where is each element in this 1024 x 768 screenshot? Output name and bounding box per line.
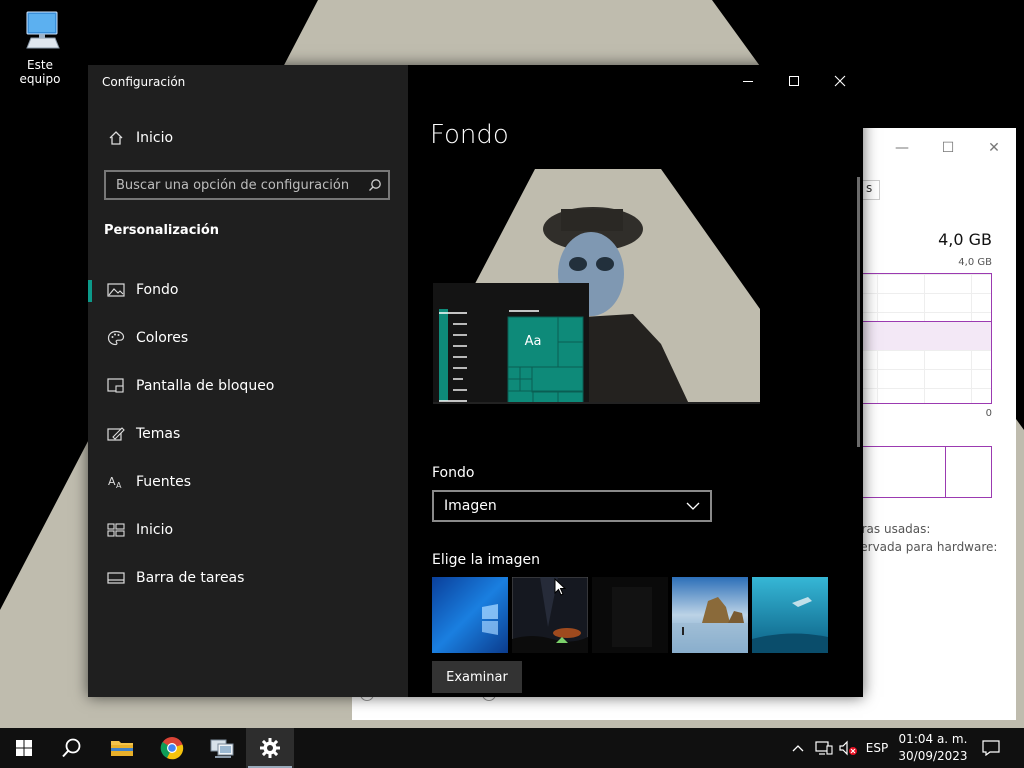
- sidebar-item-fuentes[interactable]: AA Fuentes: [88, 462, 408, 502]
- background-type-dropdown[interactable]: Imagen: [432, 490, 712, 522]
- minimize-icon[interactable]: —: [892, 140, 912, 160]
- sidebar-item-barra-de-tareas[interactable]: Barra de tareas: [88, 558, 408, 598]
- content-scrollbar[interactable]: [857, 177, 860, 447]
- choose-image-label: Elige la imagen: [432, 552, 540, 568]
- clock-time: 01:04 a. m.: [898, 732, 968, 746]
- start-button[interactable]: [0, 728, 48, 768]
- desktop-icon-this-pc[interactable]: Este equipo: [6, 8, 74, 86]
- sidebar-item-label: Barra de tareas: [136, 570, 245, 586]
- settings-search-box[interactable]: [104, 170, 390, 200]
- network-button[interactable]: [812, 728, 836, 768]
- wallpaper-preview: [433, 169, 760, 404]
- thumbnail-dark[interactable]: [592, 577, 668, 653]
- lock-screen-icon: [104, 376, 128, 396]
- speaker-muted-icon: [839, 740, 857, 756]
- memory-info-line: servada para hardware:: [854, 540, 998, 554]
- sidebar-item-label: Colores: [136, 330, 189, 346]
- remote-desktop-button[interactable]: [198, 728, 246, 768]
- section-header: Personalización: [104, 223, 220, 238]
- chevron-up-icon: [792, 745, 804, 752]
- sidebar-item-pantalla-de-bloqueo[interactable]: Pantalla de bloqueo: [88, 366, 408, 406]
- window-title: Configuración: [102, 75, 186, 89]
- sidebar-item-fondo[interactable]: Fondo: [88, 270, 408, 310]
- system-clock[interactable]: 01:04 a. m. 30/09/2023: [896, 731, 970, 765]
- image-icon: [104, 280, 128, 300]
- close-icon: [834, 75, 846, 87]
- sidebar-item-inicio[interactable]: Inicio: [88, 510, 408, 550]
- clock-date: 30/09/2023: [898, 749, 968, 763]
- themes-brush-icon: [104, 424, 128, 444]
- browse-button[interactable]: Examinar: [432, 661, 522, 693]
- sidebar-item-label: Temas: [136, 426, 181, 442]
- windows-logo-icon: [16, 740, 32, 756]
- network-icon: [815, 741, 833, 755]
- fonts-icon: AA: [104, 472, 128, 492]
- computer-icon: [26, 11, 60, 49]
- search-button[interactable]: [48, 728, 96, 768]
- tab-fragment[interactable]: s: [862, 180, 880, 200]
- settings-sidebar: Configuración Inicio Personalización Fon…: [88, 65, 408, 697]
- chrome-button[interactable]: [148, 728, 196, 768]
- computers-icon: [210, 739, 234, 758]
- memory-info-line: uras usadas:: [854, 522, 931, 536]
- settings-window[interactable]: Configuración Inicio Personalización Fon…: [88, 65, 863, 697]
- sidebar-item-label: Inicio: [136, 522, 174, 538]
- thumbnail-windows-blue[interactable]: [432, 577, 508, 653]
- palette-icon: [104, 328, 128, 348]
- home-icon: [104, 128, 128, 148]
- sidebar-item-colores[interactable]: Colores: [88, 318, 408, 358]
- background-type-value: Imagen: [444, 498, 497, 514]
- thumbnail-beach-rocks[interactable]: [672, 577, 748, 653]
- memory-scale: 4,0 GB: [958, 257, 992, 268]
- graph-axis-zero: 0: [985, 408, 992, 419]
- sidebar-item-label: Fondo: [136, 282, 179, 298]
- close-icon[interactable]: ✕: [984, 140, 1004, 160]
- memory-composition-segment: [945, 447, 946, 497]
- background-preview: Aa: [433, 169, 760, 404]
- preview-tile-text: Aa: [524, 334, 542, 349]
- sidebar-item-label: Fuentes: [136, 474, 192, 490]
- thumbnail-night-sky[interactable]: [512, 577, 588, 653]
- file-explorer-button[interactable]: [98, 728, 146, 768]
- chrome-icon: [160, 737, 184, 760]
- maximize-icon[interactable]: ☐: [938, 140, 958, 160]
- sidebar-item-label: Pantalla de bloqueo: [136, 378, 275, 394]
- minimize-button[interactable]: [725, 65, 771, 97]
- svg-text:A: A: [116, 481, 122, 490]
- desktop-icon-label: Este equipo: [19, 58, 61, 86]
- volume-button[interactable]: [836, 728, 860, 768]
- chevron-down-icon: [686, 502, 700, 510]
- page-title: Fondo: [430, 120, 509, 150]
- settings-content: Fondo Aa Fondo Imagen Elige la imagen Ex…: [408, 65, 863, 697]
- mouse-cursor-icon: [554, 578, 566, 596]
- start-menu-icon: [104, 520, 128, 540]
- settings-search-input[interactable]: [106, 176, 362, 194]
- close-button[interactable]: [817, 65, 863, 97]
- maximize-icon: [789, 76, 799, 86]
- home-nav-item[interactable]: Inicio: [88, 118, 408, 158]
- settings-taskbar-button[interactable]: [246, 728, 294, 768]
- sidebar-item-temas[interactable]: Temas: [88, 414, 408, 454]
- folder-icon: [111, 741, 133, 756]
- maximize-button[interactable]: [771, 65, 817, 97]
- taskbar: ESP 01:04 a. m. 30/09/2023: [0, 728, 1024, 768]
- desktop: Este equipo — ☐ ✕ s 4,0 GB 4,0 GB 0 uras…: [0, 0, 1024, 728]
- notification-icon: [982, 740, 1000, 756]
- notification-center-button[interactable]: [976, 728, 1006, 768]
- search-icon: [62, 738, 81, 758]
- home-label: Inicio: [136, 130, 174, 146]
- minimize-icon: [743, 81, 753, 82]
- input-language[interactable]: ESP: [860, 728, 894, 768]
- svg-text:A: A: [108, 475, 116, 488]
- memory-total: 4,0 GB: [938, 230, 992, 249]
- search-icon[interactable]: [362, 178, 388, 192]
- gear-icon: [260, 738, 280, 758]
- taskbar-icon: [104, 568, 128, 588]
- thumbnail-underwater[interactable]: [752, 577, 828, 653]
- background-type-label: Fondo: [432, 465, 475, 481]
- show-hidden-icons-button[interactable]: [788, 728, 808, 768]
